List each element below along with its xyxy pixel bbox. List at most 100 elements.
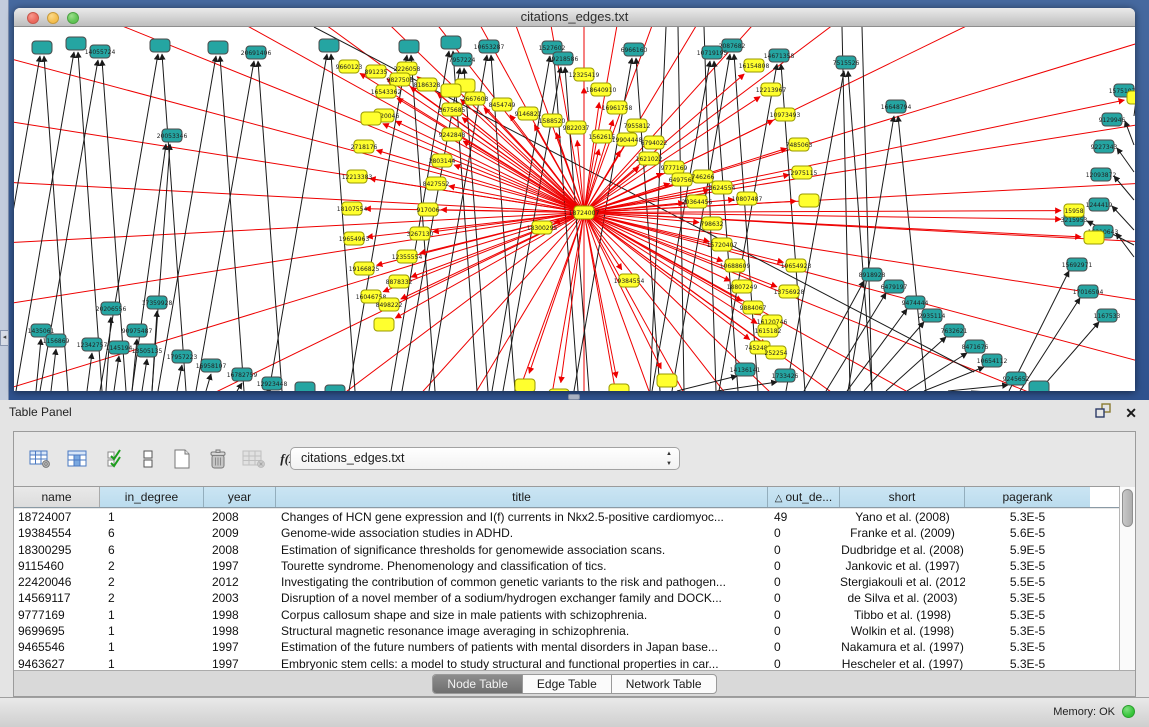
- cell-year[interactable]: 2003: [204, 590, 276, 606]
- cell-in_degree[interactable]: 1: [100, 639, 204, 655]
- new-column-icon[interactable]: [170, 448, 194, 470]
- cell-title[interactable]: Estimation of the future numbers of pati…: [276, 639, 768, 655]
- graph-node-1733426[interactable]: 1733426: [772, 369, 799, 382]
- minimize-window-button[interactable]: [47, 12, 59, 24]
- graph-node-13756928[interactable]: 13756928: [774, 285, 805, 298]
- graph-node[interactable]: [441, 84, 461, 97]
- close-window-button[interactable]: [27, 12, 39, 24]
- graph-node-19166825[interactable]: 19166825: [349, 262, 380, 275]
- citation-network-graph[interactable]: 1405572420691406795722410653287152760219…: [14, 27, 1135, 391]
- cell-name[interactable]: 9777169: [14, 607, 100, 623]
- graph-node-16782759[interactable]: 16782759: [227, 368, 258, 381]
- cell-out_de[interactable]: 0: [768, 623, 840, 639]
- graph-node[interactable]: [1127, 91, 1135, 104]
- graph-node-2667608[interactable]: 2667608: [462, 92, 489, 105]
- graph-node-10973493[interactable]: 10973493: [770, 108, 801, 121]
- cell-pagerank[interactable]: 5.6E-5: [965, 525, 1090, 541]
- cell-in_degree[interactable]: 2: [100, 558, 204, 574]
- graph-node-8918928[interactable]: 8918928: [859, 268, 886, 281]
- table-row[interactable]: 977716911998Corpus callosum shape and si…: [14, 607, 1120, 623]
- graph-node[interactable]: [609, 384, 629, 391]
- graph-node-17957223[interactable]: 17957223: [167, 350, 198, 363]
- graph-node-20053346[interactable]: 20053346: [157, 129, 188, 142]
- graph-node-8186328[interactable]: 8186328: [414, 78, 441, 91]
- cell-name[interactable]: 18300295: [14, 542, 100, 558]
- graph-node[interactable]: [319, 39, 339, 52]
- cell-in_degree[interactable]: 2: [100, 574, 204, 590]
- graph-node-15958[interactable]: 15958: [1064, 204, 1084, 217]
- graph-node-18640910[interactable]: 18640910: [586, 83, 617, 96]
- cell-year[interactable]: 1998: [204, 623, 276, 639]
- cell-title[interactable]: Tourette syndrome. Phenomenology and cla…: [276, 558, 768, 574]
- graph-node-3624554[interactable]: 3624554: [709, 181, 736, 194]
- graph-node-14671358[interactable]: 14671358: [764, 49, 795, 62]
- network-graph-canvas[interactable]: 1405572420691406795722410653287152760219…: [14, 27, 1135, 391]
- column-header-short[interactable]: short: [840, 487, 965, 507]
- graph-node-12975115[interactable]: 12975115: [787, 166, 818, 179]
- graph-node-798632[interactable]: 798632: [701, 217, 724, 230]
- graph-node-9474444[interactable]: 9474444: [902, 296, 929, 309]
- graph-node[interactable]: [1084, 231, 1104, 244]
- cell-short[interactable]: Tibbo et al. (1998): [840, 607, 965, 623]
- graph-node-9245652[interactable]: 9245652: [1003, 372, 1030, 385]
- cell-out_de[interactable]: 0: [768, 639, 840, 655]
- cell-pagerank[interactable]: 5.3E-5: [965, 607, 1090, 623]
- graph-node-9777169[interactable]: 9777169: [661, 161, 688, 174]
- graph-node-7515526[interactable]: 7515526: [833, 56, 860, 69]
- graph-node-252254[interactable]: 252254: [765, 346, 788, 359]
- graph-node-1588520[interactable]: 1588520: [539, 114, 566, 127]
- graph-node-7957224[interactable]: 7957224: [449, 53, 476, 66]
- graph-node-6794022[interactable]: 6794022: [641, 136, 668, 149]
- collapse-panel-handle[interactable]: ◂: [0, 330, 9, 346]
- graph-node-1615182[interactable]: 1615182: [755, 324, 782, 337]
- graph-node[interactable]: [657, 374, 677, 387]
- tab-edge-table[interactable]: Edge Table: [523, 675, 612, 693]
- graph-node-10654112[interactable]: 10654112: [977, 354, 1008, 367]
- graph-node-16958107[interactable]: 16958107: [196, 359, 227, 372]
- cell-out_de[interactable]: 0: [768, 590, 840, 606]
- graph-node-12325419[interactable]: 12325419: [569, 68, 600, 81]
- graph-node[interactable]: [374, 318, 394, 331]
- graph-node-6479197[interactable]: 6479197: [881, 280, 908, 293]
- float-window-icon[interactable]: [1095, 403, 1111, 423]
- graph-node-8454749[interactable]: 8454749: [489, 98, 516, 111]
- cell-pagerank[interactable]: 5.3E-5: [965, 623, 1090, 639]
- cell-year[interactable]: 1997: [204, 558, 276, 574]
- table-row[interactable]: 969969511998Structural magnetic resonanc…: [14, 623, 1120, 639]
- show-column-icon[interactable]: [66, 448, 90, 470]
- graph-node-6966160[interactable]: 6966160: [621, 43, 648, 56]
- graph-node-1167533[interactable]: 1167533: [1094, 309, 1121, 322]
- graph-node-891235[interactable]: 891235: [365, 65, 388, 78]
- cell-pagerank[interactable]: 5.5E-5: [965, 574, 1090, 590]
- select-all-icon[interactable]: [104, 448, 128, 470]
- graph-node-746266[interactable]: 746266: [692, 170, 715, 183]
- table-row[interactable]: 1872400712008Changes of HCN gene express…: [14, 509, 1120, 525]
- cell-year[interactable]: 2008: [204, 509, 276, 525]
- table-row[interactable]: 1830029562008Estimation of significance …: [14, 542, 1120, 558]
- cell-in_degree[interactable]: 2: [100, 590, 204, 606]
- graph-node-18807249[interactable]: 18807249: [727, 280, 758, 293]
- cell-title[interactable]: Changes of HCN gene expression and I(f) …: [276, 509, 768, 525]
- graph-node-90975487[interactable]: 90975487: [122, 324, 153, 337]
- graph-node[interactable]: [399, 40, 419, 53]
- cell-in_degree[interactable]: 6: [100, 525, 204, 541]
- graph-node-9884067[interactable]: 9884067: [740, 301, 767, 314]
- cell-title[interactable]: Disruption of a novel member of a sodium…: [276, 590, 768, 606]
- cell-name[interactable]: 19384554: [14, 525, 100, 541]
- graph-node-16961758[interactable]: 16961758: [602, 101, 633, 114]
- graph-node-1244419[interactable]: 1244419: [1086, 198, 1113, 211]
- cell-year[interactable]: 1997: [204, 639, 276, 655]
- memory-ok-indicator[interactable]: [1122, 705, 1135, 718]
- graph-node-17359928[interactable]: 17359928: [142, 296, 173, 309]
- graph-node-12213383[interactable]: 12213383: [342, 170, 373, 183]
- graph-node[interactable]: [295, 382, 315, 391]
- graph-node-8878332[interactable]: 8878332: [386, 275, 413, 288]
- graph-node[interactable]: [66, 37, 86, 50]
- graph-node-10653287[interactable]: 10653287: [474, 40, 505, 53]
- table-selector-dropdown[interactable]: citations_edges.txt ▲▼: [290, 447, 680, 470]
- table-row[interactable]: 2242004622012Investigating the contribut…: [14, 574, 1120, 590]
- cell-short[interactable]: Dudbridge et al. (2008): [840, 542, 965, 558]
- graph-node-9822037[interactable]: 9822037: [563, 121, 590, 134]
- cell-out_de[interactable]: 0: [768, 574, 840, 590]
- graph-node[interactable]: [150, 39, 170, 52]
